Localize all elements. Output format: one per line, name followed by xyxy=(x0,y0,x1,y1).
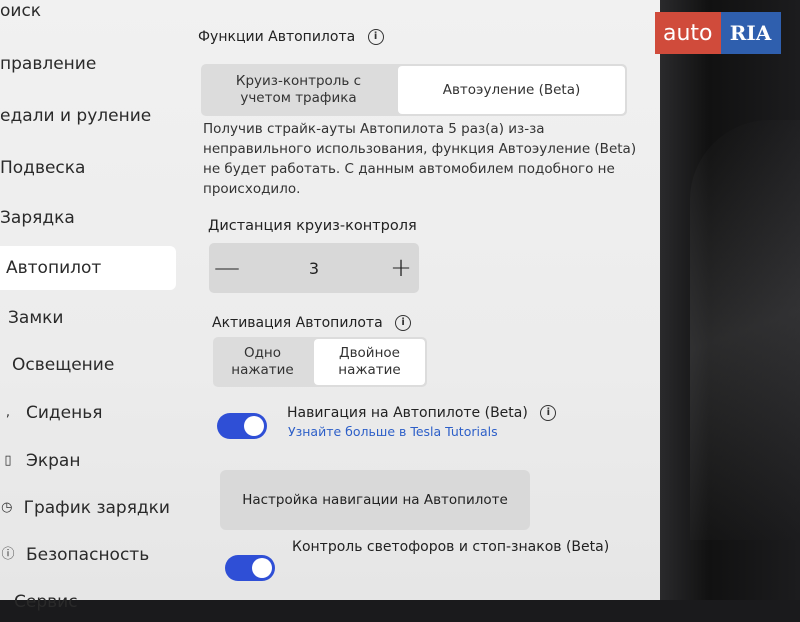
activation-option-double[interactable]: Двойное нажатие xyxy=(314,339,425,385)
sidebar-item-label: Безопасность xyxy=(26,545,150,565)
sidebar-item-charging[interactable]: Зарядка xyxy=(0,198,170,238)
activation-option-single[interactable]: Одно нажатие xyxy=(213,337,312,387)
sidebar-item-label: Подвеска xyxy=(0,158,86,178)
sidebar-item-label: Экран xyxy=(26,451,81,471)
increment-button[interactable]: + xyxy=(383,253,419,283)
info-icon[interactable]: i xyxy=(395,315,412,331)
mode-option-label: Автоэуление (Beta) xyxy=(442,81,581,98)
traffic-control-toggle[interactable] xyxy=(225,555,275,581)
sidebar-item-pedals-steering[interactable]: едали и руление xyxy=(0,96,170,136)
sidebar-item-search[interactable]: оиск xyxy=(0,0,170,31)
sidebar-item-label: Сиденья xyxy=(26,403,103,423)
sidebar-item-seats[interactable]: , Сиденья xyxy=(0,393,170,433)
sidebar-item-charge-schedule[interactable]: ◷ График зарядки xyxy=(0,488,170,528)
sidebar-item-service[interactable]: Сервис xyxy=(0,582,184,622)
activation-option-label: Двойное нажатие xyxy=(338,345,401,378)
sidebar-item-suspension[interactable]: Подвеска xyxy=(0,148,170,188)
nav-on-autopilot-toggle[interactable] xyxy=(217,413,267,439)
cruise-distance-stepper: — 3 + xyxy=(209,243,419,293)
section-title: Функции Автопилота i xyxy=(198,29,384,45)
autopilot-mode-selector: Круиз-контроль с учетом трафика Автоэуле… xyxy=(201,64,627,116)
info-icon[interactable]: i xyxy=(367,29,384,45)
autopilot-panel: Функции Автопилота i Круиз-контроль с уч… xyxy=(195,0,655,600)
autoria-watermark: auto RIA xyxy=(655,12,781,54)
sidebar-item-label: Зарядка xyxy=(0,208,75,228)
sidebar-item-label: Освещение xyxy=(12,355,115,375)
screen-bezel xyxy=(660,0,800,600)
activation-selector: Одно нажатие Двойное нажатие xyxy=(213,337,427,387)
info-icon[interactable]: i xyxy=(540,405,557,421)
sidebar-item-label: График зарядки xyxy=(23,498,170,518)
mode-option-autosteer[interactable]: Автоэуление (Beta) xyxy=(398,66,625,114)
cruise-distance-title: Дистанция круиз-контроля xyxy=(208,218,417,234)
sidebar-item-label: Сервис xyxy=(14,592,78,612)
sidebar-item-lighting[interactable]: Освещение xyxy=(0,345,182,385)
watermark-auto: auto xyxy=(655,12,721,54)
seat-icon: , xyxy=(5,405,11,420)
autopilot-features-title: Функции Автопилота xyxy=(198,29,356,45)
tutorials-link[interactable]: Узнайте больше в Tesla Tutorials xyxy=(288,424,498,439)
mode-option-tacc[interactable]: Круиз-контроль с учетом трафика xyxy=(201,64,396,116)
sidebar-item-label: Автопилот xyxy=(6,258,102,278)
mode-option-label: Круиз-контроль с учетом трафика xyxy=(235,73,362,106)
autopilot-activation-title: Активация Автопилота xyxy=(212,315,383,331)
decrement-button[interactable]: — xyxy=(209,253,245,283)
nav-settings-button[interactable]: Настройка навигации на Автопилоте xyxy=(220,470,530,530)
traffic-control-label: Контроль светофоров и стоп-знаков (Beta) xyxy=(292,539,610,555)
sidebar-item-label: Замки xyxy=(8,308,64,328)
sidebar-item-display[interactable]: ▯ Экран xyxy=(0,441,170,481)
sidebar-item-label: едали и руление xyxy=(0,106,152,126)
sidebar-item-autopilot[interactable]: Автопилот xyxy=(0,246,176,290)
settings-screen: оиск правление едали и руление Подвеска … xyxy=(0,0,680,612)
watermark-ria: RIA xyxy=(720,12,781,54)
toggle-knob xyxy=(244,416,264,436)
sidebar-item-controls[interactable]: правление xyxy=(0,44,170,84)
clock-icon: ◷ xyxy=(1,500,13,515)
sidebar-item-label: правление xyxy=(0,54,97,74)
cruise-distance-value: 3 xyxy=(308,258,320,278)
sidebar-item-safety[interactable]: ⓘ Безопасность xyxy=(0,535,170,575)
toggle-knob xyxy=(252,558,272,578)
bezel-glare xyxy=(690,120,800,540)
nav-on-autopilot-row: Навигация на Автопилоте (Beta) i xyxy=(287,405,557,421)
activation-title-row: Активация Автопилота i xyxy=(212,315,412,331)
strike-notice: Получив страйк-ауты Автопилота 5 раз(а) … xyxy=(203,121,637,197)
screen-icon: ▯ xyxy=(4,453,12,468)
sidebar-item-label: оиск xyxy=(0,1,42,21)
settings-sidebar: оиск правление едали и руление Подвеска … xyxy=(0,0,178,612)
activation-option-label: Одно нажатие xyxy=(231,345,294,378)
sidebar-item-locks[interactable]: Замки xyxy=(0,298,178,338)
nav-on-autopilot-label: Навигация на Автопилоте (Beta) xyxy=(287,405,528,421)
shield-icon: ⓘ xyxy=(1,547,15,562)
